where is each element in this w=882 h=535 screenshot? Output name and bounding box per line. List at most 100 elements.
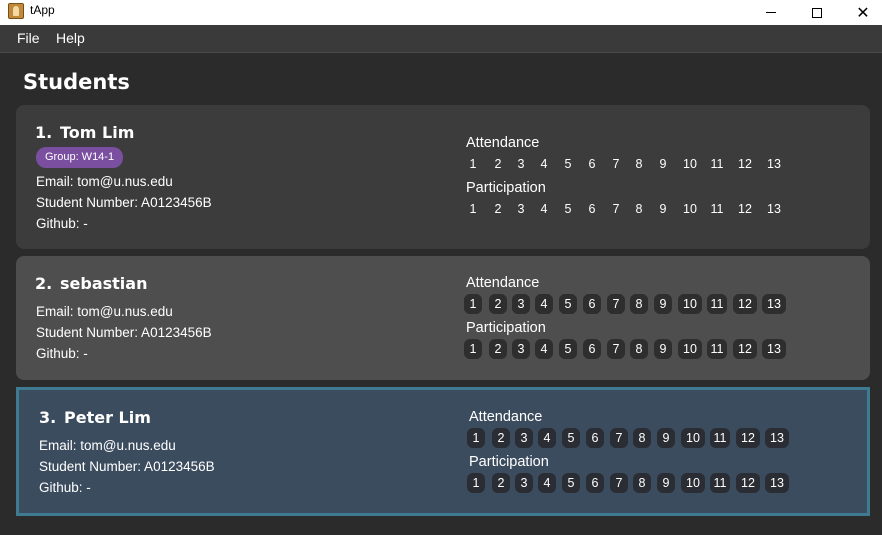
week-chip[interactable]: 11 (710, 473, 730, 493)
student-github: Github: - (36, 216, 88, 231)
student-index: 2. (35, 274, 53, 293)
week-chip[interactable]: 3 (515, 428, 533, 448)
week-chip[interactable]: 2 (489, 199, 507, 219)
week-chip[interactable]: 4 (538, 428, 556, 448)
week-chip[interactable]: 7 (607, 339, 625, 359)
week-chip[interactable]: 12 (736, 473, 760, 493)
week-chip[interactable]: 12 (733, 294, 757, 314)
week-chip[interactable]: 12 (733, 339, 757, 359)
student-card-selected[interactable]: 3. Peter Lim Email: tom@u.nus.edu Student… (16, 387, 870, 516)
week-chip[interactable]: 2 (489, 339, 507, 359)
student-name: 3. Peter Lim (39, 408, 151, 427)
maximize-button[interactable] (794, 0, 840, 25)
participation-label: Participation (466, 180, 546, 196)
week-chip[interactable]: 12 (733, 199, 757, 219)
week-chip[interactable]: 13 (762, 199, 786, 219)
week-chip[interactable]: 5 (562, 473, 580, 493)
week-chip[interactable]: 9 (654, 339, 672, 359)
menu-file[interactable]: File (17, 30, 40, 46)
week-chip[interactable]: 13 (765, 428, 789, 448)
week-chip[interactable]: 6 (583, 294, 601, 314)
week-chip[interactable]: 2 (489, 294, 507, 314)
menu-help[interactable]: Help (56, 30, 85, 46)
week-chip[interactable]: 7 (610, 428, 628, 448)
week-chip[interactable]: 13 (762, 154, 786, 174)
week-chip[interactable]: 13 (765, 473, 789, 493)
week-chip[interactable]: 11 (707, 294, 727, 314)
student-name-text: sebastian (60, 274, 148, 293)
window-title: tApp (30, 3, 55, 17)
week-chip[interactable]: 6 (586, 473, 604, 493)
week-chip[interactable]: 2 (492, 473, 510, 493)
week-chip[interactable]: 5 (559, 199, 577, 219)
week-chip[interactable]: 1 (467, 428, 485, 448)
week-chip[interactable]: 5 (562, 428, 580, 448)
student-name-text: Tom Lim (60, 123, 135, 142)
week-chip[interactable]: 3 (515, 473, 533, 493)
close-button[interactable]: ✕ (840, 0, 882, 25)
student-card[interactable]: 2. sebastian Email: tom@u.nus.edu Student… (16, 256, 870, 380)
week-chip[interactable]: 3 (512, 199, 530, 219)
week-chip[interactable]: 9 (654, 294, 672, 314)
week-chip[interactable]: 4 (535, 294, 553, 314)
week-chip[interactable]: 7 (610, 473, 628, 493)
minimize-icon (766, 12, 776, 13)
week-chip[interactable]: 10 (678, 294, 702, 314)
week-chip[interactable]: 13 (762, 339, 786, 359)
attendance-label: Attendance (466, 275, 540, 291)
week-chip[interactable]: 9 (657, 428, 675, 448)
student-name: 2. sebastian (35, 274, 147, 293)
week-chip[interactable]: 8 (633, 428, 651, 448)
week-chip[interactable]: 6 (583, 154, 601, 174)
week-chip[interactable]: 4 (538, 473, 556, 493)
minimize-button[interactable] (748, 0, 794, 25)
week-chip[interactable]: 8 (630, 154, 648, 174)
week-chip[interactable]: 4 (535, 339, 553, 359)
week-chip[interactable]: 1 (464, 294, 482, 314)
week-chip[interactable]: 3 (512, 154, 530, 174)
week-chip[interactable]: 6 (583, 339, 601, 359)
week-chip[interactable]: 9 (654, 199, 672, 219)
week-chip[interactable]: 10 (681, 428, 705, 448)
week-chip[interactable]: 1 (467, 473, 485, 493)
week-chip[interactable]: 8 (630, 199, 648, 219)
week-chip[interactable]: 10 (678, 154, 702, 174)
week-chip[interactable]: 7 (607, 199, 625, 219)
week-chip[interactable]: 9 (657, 473, 675, 493)
student-number: Student Number: A0123456B (39, 459, 215, 474)
week-chip[interactable]: 1 (464, 154, 482, 174)
week-chip[interactable]: 6 (586, 428, 604, 448)
week-chip[interactable]: 10 (678, 339, 702, 359)
week-chip[interactable]: 4 (535, 199, 553, 219)
week-chip[interactable]: 12 (733, 154, 757, 174)
week-chip[interactable]: 10 (681, 473, 705, 493)
week-chip[interactable]: 12 (736, 428, 760, 448)
week-chip[interactable]: 1 (464, 339, 482, 359)
week-chip[interactable]: 1 (464, 199, 482, 219)
student-email: Email: tom@u.nus.edu (36, 174, 173, 189)
week-chip[interactable]: 5 (559, 339, 577, 359)
week-chip[interactable]: 11 (707, 154, 727, 174)
week-chip[interactable]: 2 (489, 154, 507, 174)
week-chip[interactable]: 8 (630, 339, 648, 359)
student-email: Email: tom@u.nus.edu (36, 304, 173, 319)
week-chip[interactable]: 7 (607, 294, 625, 314)
week-chip[interactable]: 11 (707, 199, 727, 219)
week-chip[interactable]: 8 (630, 294, 648, 314)
week-chip[interactable]: 13 (762, 294, 786, 314)
week-chip[interactable]: 7 (607, 154, 625, 174)
week-chip[interactable]: 3 (512, 339, 530, 359)
student-card[interactable]: 1. Tom Lim Group: W14-1 Email: tom@u.nus.… (16, 105, 870, 249)
week-chip[interactable]: 6 (583, 199, 601, 219)
week-chip[interactable]: 8 (633, 473, 651, 493)
week-chip[interactable]: 3 (512, 294, 530, 314)
week-chip[interactable]: 11 (710, 428, 730, 448)
week-chip[interactable]: 4 (535, 154, 553, 174)
week-chip[interactable]: 10 (678, 199, 702, 219)
week-chip[interactable]: 2 (492, 428, 510, 448)
week-chip[interactable]: 9 (654, 154, 672, 174)
week-chip[interactable]: 11 (707, 339, 727, 359)
week-chip[interactable]: 5 (559, 154, 577, 174)
week-chip[interactable]: 5 (559, 294, 577, 314)
student-index: 3. (39, 408, 57, 427)
